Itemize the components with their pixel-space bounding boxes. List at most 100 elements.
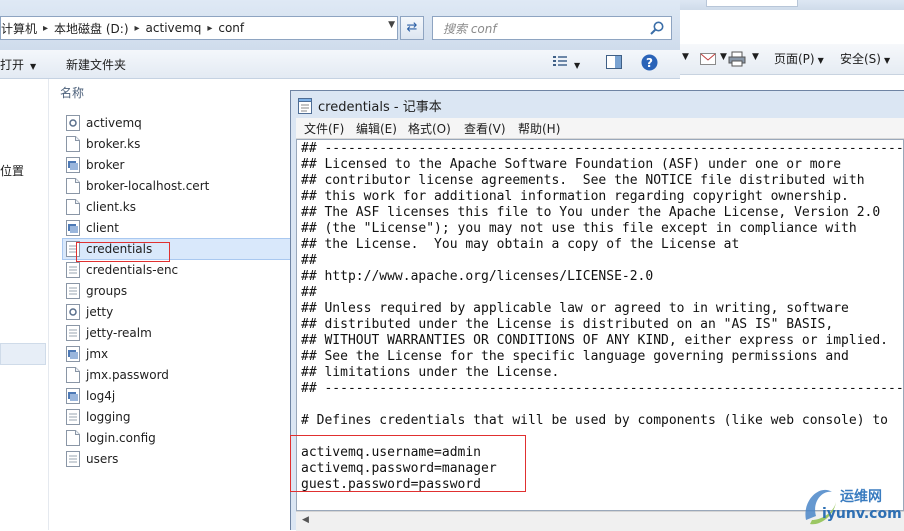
file-name-label: broker.ks (86, 136, 141, 151)
text-line: ## http://www.apache.org/licenses/LICENS… (301, 269, 654, 284)
document-icon (66, 366, 80, 383)
chevron-down-icon: ▼ (574, 61, 581, 70)
settings-file-icon (66, 303, 80, 320)
breadcrumb-separator-icon[interactable]: ▸ (135, 23, 140, 34)
chevron-down-icon[interactable]: ▼ (720, 52, 727, 62)
refresh-icon: ⇄ (406, 20, 418, 35)
text-file-icon (66, 324, 80, 341)
file-name-label: jmx (86, 346, 109, 361)
watermark-text-cn: 运维网 (840, 489, 882, 505)
file-item-broker-localhost-cert[interactable]: broker-localhost.cert (66, 175, 296, 196)
search-input[interactable] (441, 18, 645, 40)
ie-safety-menu-label: 安全(S) (840, 52, 881, 66)
breadcrumb-computer[interactable]: 计算机 (1, 20, 37, 37)
text-file-icon (66, 261, 80, 278)
notepad-title: credentials - 记事本 (318, 100, 442, 115)
navigation-pane: 位置 (0, 79, 49, 530)
breadcrumb-separator-icon[interactable]: ▸ (207, 23, 212, 34)
file-name-label: jmx.password (86, 367, 169, 382)
file-name-label: logging (86, 409, 131, 424)
text-line: ## -------------------------------------… (301, 141, 904, 156)
view-list-icon (553, 56, 567, 66)
settings-file-icon (66, 114, 80, 131)
watermark-text-url: iyunv.com (822, 506, 902, 522)
file-item-jetty[interactable]: jetty (66, 301, 296, 322)
new-folder-button[interactable]: 新建文件夹 (66, 56, 126, 73)
chevron-down-icon[interactable]: ▼ (682, 52, 689, 62)
script-file-icon (66, 219, 80, 236)
scroll-left-arrow-icon[interactable]: ◀ (302, 515, 309, 525)
document-icon (66, 198, 80, 215)
menu-edit[interactable]: 编辑(E) (356, 120, 397, 137)
text-line: ## (301, 285, 317, 300)
text-line: ## limitations under the License. (301, 365, 560, 380)
column-header-name[interactable]: 名称 (60, 84, 84, 101)
file-item-groups[interactable]: groups (66, 280, 296, 301)
help-button[interactable]: ? (641, 54, 658, 74)
file-item-client-ks[interactable]: client.ks (66, 196, 296, 217)
file-name-label: broker (86, 157, 125, 172)
chevron-down-icon: ▼ (883, 56, 891, 65)
nav-selected-item[interactable] (0, 343, 46, 365)
print-icon[interactable] (728, 51, 746, 67)
file-item-jetty-realm[interactable]: jetty-realm (66, 322, 296, 343)
notepad-title-bar: credentials - 记事本 (298, 96, 442, 115)
ie-page-menu[interactable]: 页面(P) ▼ (774, 50, 824, 67)
file-item-logging[interactable]: logging (66, 406, 296, 427)
text-line: ## Unless required by applicable law or … (301, 301, 849, 316)
text-line: ## distributed under the License is dist… (301, 317, 834, 332)
file-item-jmx-password[interactable]: jmx.password (66, 364, 296, 385)
help-icon: ? (641, 54, 658, 71)
nav-item-location-label[interactable]: 位置 (0, 162, 24, 179)
file-item-login-config[interactable]: login.config (66, 427, 296, 448)
script-file-icon (66, 156, 80, 173)
file-item-broker-ks[interactable]: broker.ks (66, 133, 296, 154)
view-options-button[interactable]: ▼ (552, 54, 580, 71)
menu-help[interactable]: 帮助(H) (518, 120, 560, 137)
menu-format[interactable]: 格式(O) (408, 120, 451, 137)
notepad-menu-bar: 文件(F) 编辑(E) 格式(O) 查看(V) 帮助(H) (296, 118, 904, 139)
file-item-jmx[interactable]: jmx (66, 343, 296, 364)
file-item-activemq[interactable]: activemq (66, 112, 296, 133)
breadcrumb-activemq[interactable]: activemq (146, 21, 202, 35)
open-button[interactable]: 打开 ▼ (0, 56, 36, 73)
refresh-button[interactable]: ⇄ (400, 16, 424, 40)
address-bar[interactable]: 计算机 ▸ 本地磁盘 (D:) ▸ activemq ▸ conf ▼ (0, 16, 398, 40)
file-item-log4j[interactable]: log4j (66, 385, 296, 406)
annotation-box-credentials (76, 242, 170, 262)
file-name-label: activemq (86, 115, 142, 130)
breadcrumb-drive[interactable]: 本地磁盘 (D:) (54, 20, 128, 37)
file-item-broker[interactable]: broker (66, 154, 296, 175)
file-item-credentials-enc[interactable]: credentials-enc (66, 259, 296, 280)
menu-file[interactable]: 文件(F) (304, 120, 344, 137)
document-icon (66, 135, 80, 152)
address-dropdown-icon[interactable]: ▼ (388, 20, 395, 30)
ie-safety-menu[interactable]: 安全(S) ▼ (840, 50, 890, 67)
breadcrumb-separator-icon[interactable]: ▸ (43, 23, 48, 34)
text-line: ## (301, 253, 317, 268)
file-name-label: client.ks (86, 199, 136, 214)
file-item-users[interactable]: users (66, 448, 296, 469)
ie-tab-bing[interactable] (706, 0, 798, 7)
mail-icon[interactable] (700, 53, 716, 65)
file-item-client[interactable]: client (66, 217, 296, 238)
notepad-icon (298, 97, 312, 114)
breadcrumb-conf[interactable]: conf (218, 21, 244, 35)
ie-page-menu-label: 页面(P) (774, 52, 815, 66)
file-name-label: groups (86, 283, 128, 298)
chevron-down-icon[interactable]: ▼ (752, 52, 759, 62)
text-file-icon (66, 282, 80, 299)
text-line: ## WITHOUT WARRANTIES OR CONDITIONS OF A… (301, 333, 888, 348)
text-line: ## The ASF licenses this file to You und… (301, 205, 881, 220)
file-name-label: credentials-enc (86, 262, 179, 277)
document-icon (66, 429, 80, 446)
text-line: ## Licensed to the Apache Software Found… (301, 157, 842, 172)
preview-pane-button[interactable] (606, 55, 622, 72)
search-box[interactable] (432, 16, 672, 40)
text-line: ## the License. You may obtain a copy of… (301, 237, 740, 252)
file-list: activemq broker.ks broker broker-localhost.… (66, 112, 296, 469)
search-icon[interactable] (649, 20, 665, 36)
menu-view[interactable]: 查看(V) (464, 120, 506, 137)
text-file-icon (66, 450, 80, 467)
explorer-command-bar: 打开 ▼ 新建文件夹 ▼ ? (0, 50, 680, 79)
